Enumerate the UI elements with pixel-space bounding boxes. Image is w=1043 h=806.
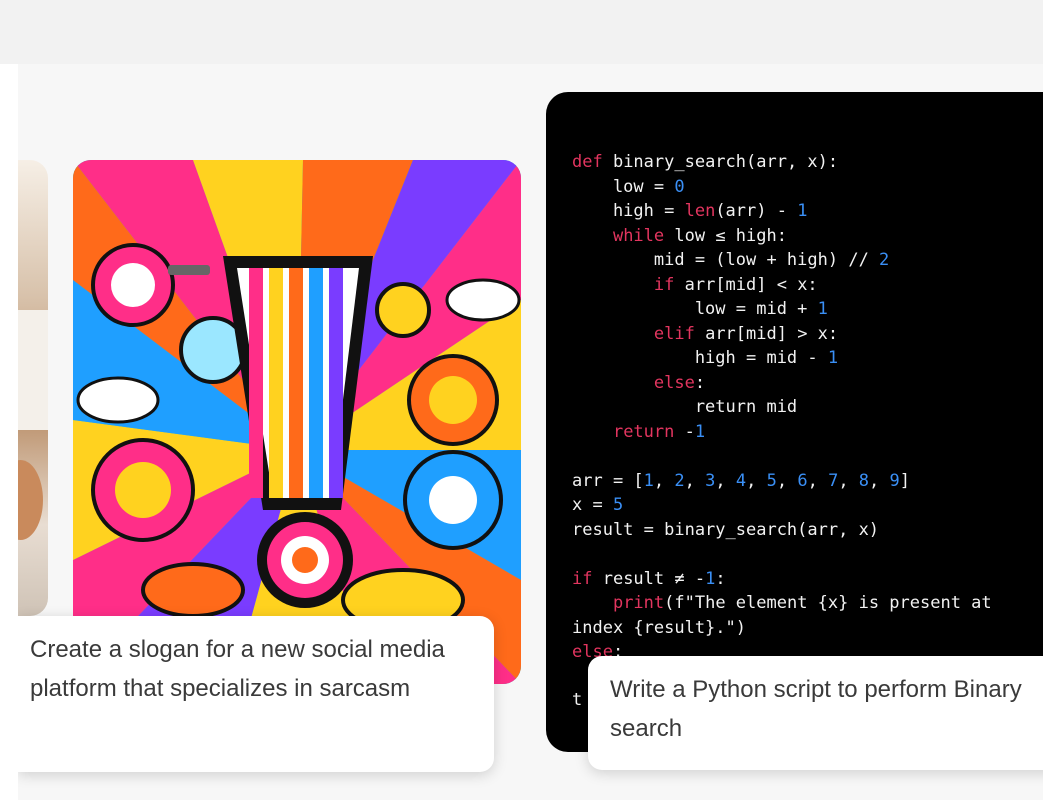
code-line: high = len(arr) - 1 <box>572 201 808 221</box>
code-snippet: def binary_search(arr, x): low = 0 high … <box>572 150 992 665</box>
code-stub-text: t <box>572 690 583 710</box>
top-bar <box>0 0 1043 64</box>
code-line: low = 0 <box>572 176 685 197</box>
code-line: low = mid + 1 <box>572 299 828 319</box>
code-line: x = 5 <box>572 495 624 515</box>
prompt-card-code[interactable]: def binary_search(arr, x): low = 0 high … <box>546 92 1043 752</box>
code-line: return -1 <box>612 421 706 442</box>
code-line: if result ≠ -1: <box>572 568 726 589</box>
prompt-caption-python[interactable]: Write a Python script to perform Binary … <box>588 656 1043 770</box>
code-line: return mid <box>572 397 798 417</box>
code-line: index {result}.") <box>572 617 746 638</box>
code-line: arr = [1, 2, 3, 4, 5, 6, 7, 8, 9] <box>572 470 911 491</box>
bowl-image-detail <box>18 310 48 430</box>
prompt-caption-slogan[interactable]: Create a slogan for a new social media p… <box>18 616 494 772</box>
code-line: else: <box>653 372 706 393</box>
code-line: result = binary_search(arr, x) <box>572 519 880 540</box>
code-line: high = mid - 1 <box>572 348 839 368</box>
code-line: while low ≤ high: <box>612 225 787 246</box>
egg-image-detail <box>18 460 43 540</box>
code-line: mid = (low + high) // 2 <box>572 250 890 270</box>
code-line: def binary_search(arr, x): <box>572 152 839 172</box>
code-line: elif arr[mid] > x: <box>653 323 839 344</box>
prompt-carousel: def binary_search(arr, x): low = 0 high … <box>18 64 1043 800</box>
popart-exclamation-illustration <box>73 160 521 684</box>
prompt-card-image-popart[interactable] <box>73 160 521 684</box>
prompt-card-image-partial[interactable] <box>18 160 48 616</box>
code-line: if arr[mid] < x: <box>653 274 818 295</box>
code-line: print(f"The element {x} is present at <box>612 593 992 613</box>
